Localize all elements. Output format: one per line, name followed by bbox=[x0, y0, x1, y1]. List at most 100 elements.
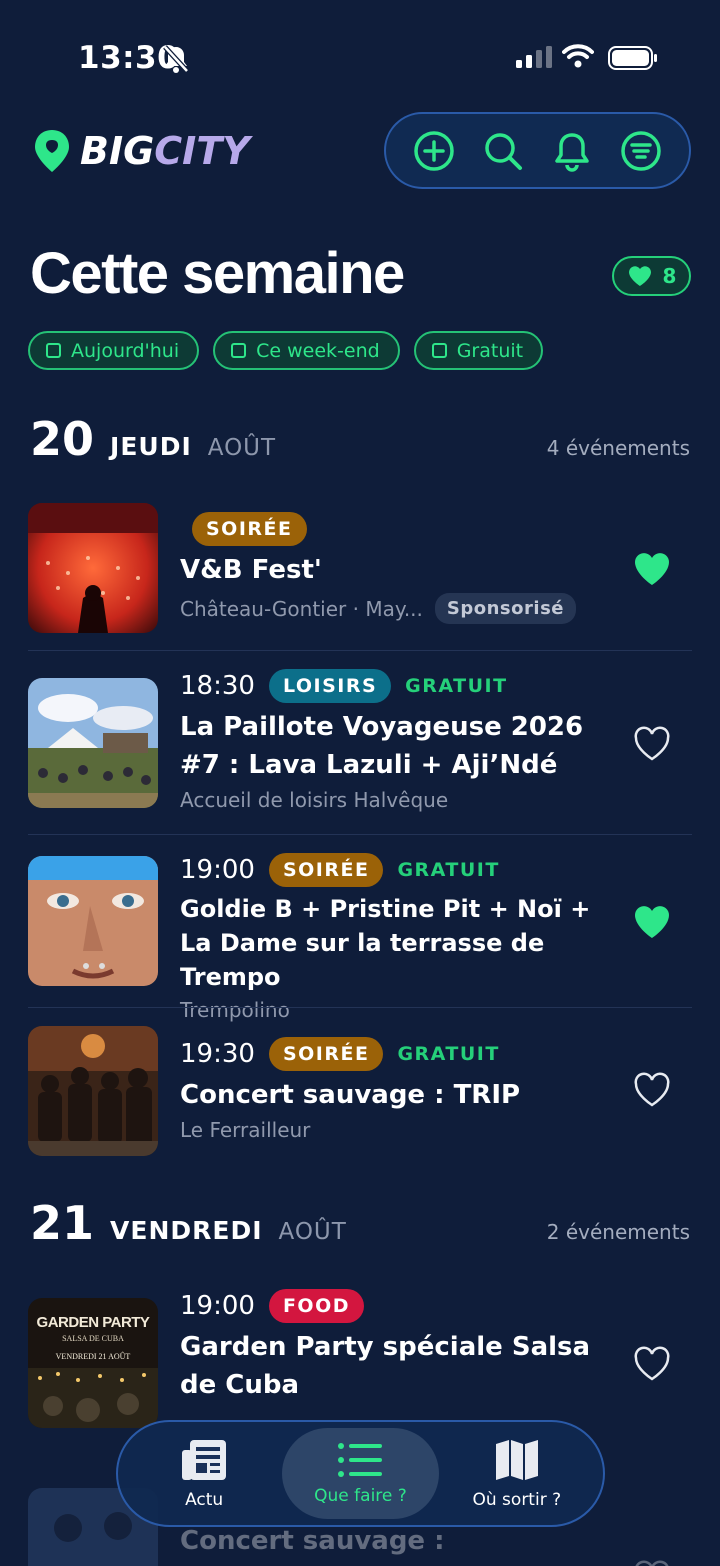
signal-icon bbox=[516, 46, 552, 72]
event-card[interactable]: 18:30 LOISIRS GRATUIT La Paillote Voyage… bbox=[28, 668, 692, 818]
garden-party-poster-image: GARDEN PARTY SALSA DE CUBA VENDREDI 21 A… bbox=[28, 1298, 158, 1428]
concert-crowd-image bbox=[28, 503, 158, 633]
favorites-badge[interactable]: 8 bbox=[612, 256, 691, 296]
favorite-button[interactable] bbox=[632, 1344, 672, 1384]
event-title: Goldie B + Pristine Pit + Noï + La Dame … bbox=[180, 895, 591, 991]
bottom-nav: Actu Que faire ? Où sortir ? bbox=[116, 1420, 605, 1527]
status-bar: 13:30 bbox=[0, 0, 720, 110]
sponsored-badge: Sponsorisé bbox=[434, 593, 576, 624]
favorite-button[interactable] bbox=[632, 1558, 672, 1566]
heart-filled-icon bbox=[635, 906, 669, 938]
newspaper-icon bbox=[182, 1439, 227, 1480]
event-title: Garden Party spéciale Salsa de Cuba bbox=[180, 1332, 591, 1400]
map-pin-logo-icon bbox=[35, 130, 69, 172]
day-month: AOÛT bbox=[278, 1219, 347, 1245]
favorites-count: 8 bbox=[662, 264, 677, 288]
list-icon bbox=[338, 1442, 383, 1477]
poster-title: GARDEN PARTY bbox=[36, 1314, 150, 1331]
heart-outline-icon bbox=[635, 1560, 669, 1566]
event-title: Concert sauvage : TRIP bbox=[180, 1080, 521, 1110]
divider bbox=[28, 650, 692, 651]
category-tag: LOISIRS bbox=[268, 669, 392, 703]
nav-label: Que faire ? bbox=[314, 1485, 407, 1506]
event-title: Concert sauvage : bbox=[180, 1526, 445, 1556]
heart-outline-icon bbox=[634, 726, 670, 761]
nav-label: Où sortir ? bbox=[472, 1489, 562, 1510]
search-button[interactable] bbox=[480, 128, 526, 174]
event-place: Accueil de loisirs Halvêque bbox=[180, 788, 449, 812]
header-actions bbox=[384, 112, 691, 189]
event-time: 19:00 bbox=[180, 1291, 255, 1321]
search-icon bbox=[485, 132, 523, 170]
add-button[interactable] bbox=[411, 128, 457, 174]
category-tag: FOOD bbox=[268, 1289, 364, 1323]
poster-subtitle: SALSA DE CUBA bbox=[62, 1334, 124, 1343]
day-number: 21 bbox=[30, 1196, 95, 1250]
face-portrait-image bbox=[28, 856, 158, 986]
event-time: 19:00 bbox=[180, 855, 255, 885]
favorite-button[interactable] bbox=[632, 724, 672, 764]
category-tag: SOIRÉE bbox=[268, 853, 384, 887]
filter-chip-today[interactable]: Aujourd'hui bbox=[28, 331, 200, 370]
band-photo-image bbox=[28, 1026, 158, 1156]
logo-big-text: BIG bbox=[80, 129, 155, 173]
heart-outline-icon bbox=[634, 1346, 670, 1381]
event-card[interactable]: SOIRÉE V&B Fest' Château-Gontier · May..… bbox=[28, 503, 692, 643]
plus-circle-icon bbox=[414, 130, 455, 171]
chip-label: Ce week-end bbox=[256, 339, 380, 362]
page-title: Cette semaine bbox=[30, 241, 405, 306]
divider bbox=[28, 1007, 692, 1008]
heart-icon bbox=[628, 266, 651, 286]
event-count: 4 événements bbox=[546, 436, 690, 460]
free-tag: GRATUIT bbox=[397, 859, 500, 881]
nav-item-actu[interactable]: Actu bbox=[126, 1428, 282, 1519]
event-count: 2 événements bbox=[546, 1220, 690, 1244]
wifi-icon bbox=[562, 44, 594, 72]
day-number: 20 bbox=[30, 412, 95, 466]
event-card[interactable]: 19:00 SOIRÉE GRATUIT Goldie B + Pristine… bbox=[28, 852, 692, 1022]
event-time: 19:30 bbox=[180, 1039, 255, 1069]
bell-off-icon bbox=[162, 44, 190, 78]
heart-filled-icon bbox=[635, 553, 669, 585]
event-card[interactable]: GARDEN PARTY SALSA DE CUBA VENDREDI 21 A… bbox=[28, 1288, 692, 1438]
event-place: Trempolino bbox=[180, 998, 290, 1022]
checkbox-icon bbox=[231, 343, 247, 358]
favorite-button[interactable] bbox=[632, 902, 672, 942]
checkbox-icon bbox=[46, 343, 61, 358]
event-title: La Paillote Voyageuse 2026 #7 : Lava Laz… bbox=[180, 712, 584, 780]
battery-icon bbox=[608, 46, 658, 74]
nav-item-ou-sortir[interactable]: Où sortir ? bbox=[439, 1428, 595, 1519]
day-header: 21 VENDREDI AOÛT 2 événements bbox=[30, 1196, 690, 1250]
category-tag: SOIRÉE bbox=[192, 512, 307, 546]
nav-item-que-faire[interactable]: Que faire ? bbox=[282, 1428, 439, 1519]
event-title: V&B Fest' bbox=[180, 555, 322, 585]
favorite-button[interactable] bbox=[632, 1070, 672, 1110]
filter-chip-free[interactable]: Gratuit bbox=[413, 331, 544, 370]
free-tag: GRATUIT bbox=[397, 1043, 500, 1065]
outdoor-festival-image bbox=[28, 678, 158, 808]
category-tag: SOIRÉE bbox=[268, 1037, 384, 1071]
filter-chip-weekend[interactable]: Ce week-end bbox=[213, 331, 400, 370]
favorite-button[interactable] bbox=[632, 549, 672, 589]
day-weekday: VENDREDI bbox=[110, 1216, 263, 1245]
filter-circle-icon bbox=[620, 130, 661, 171]
notifications-button[interactable] bbox=[549, 128, 595, 174]
divider bbox=[28, 834, 692, 835]
event-place: Château-Gontier · May... bbox=[180, 596, 423, 621]
poster-date: VENDREDI 21 AOÛT bbox=[55, 1352, 131, 1361]
day-header: 20 JEUDI AOÛT 4 événements bbox=[30, 412, 690, 466]
filters-button[interactable] bbox=[618, 128, 664, 174]
nav-label: Actu bbox=[185, 1489, 224, 1510]
free-tag: GRATUIT bbox=[405, 675, 508, 697]
map-icon bbox=[495, 1439, 538, 1480]
bigcity-logo[interactable]: BIGCITY bbox=[32, 128, 250, 174]
checkbox-icon bbox=[431, 343, 447, 358]
day-weekday: JEUDI bbox=[110, 432, 192, 461]
filter-chips: Aujourd'hui Ce week-end Gratuit bbox=[28, 331, 544, 370]
heart-outline-icon bbox=[634, 1072, 670, 1107]
event-card[interactable]: 19:30 SOIRÉE GRATUIT Concert sauvage : T… bbox=[28, 1026, 692, 1161]
chip-label: Gratuit bbox=[456, 339, 524, 362]
chip-label: Aujourd'hui bbox=[71, 339, 180, 362]
bell-icon bbox=[555, 132, 589, 172]
logo-city-text: CITY bbox=[154, 129, 250, 173]
